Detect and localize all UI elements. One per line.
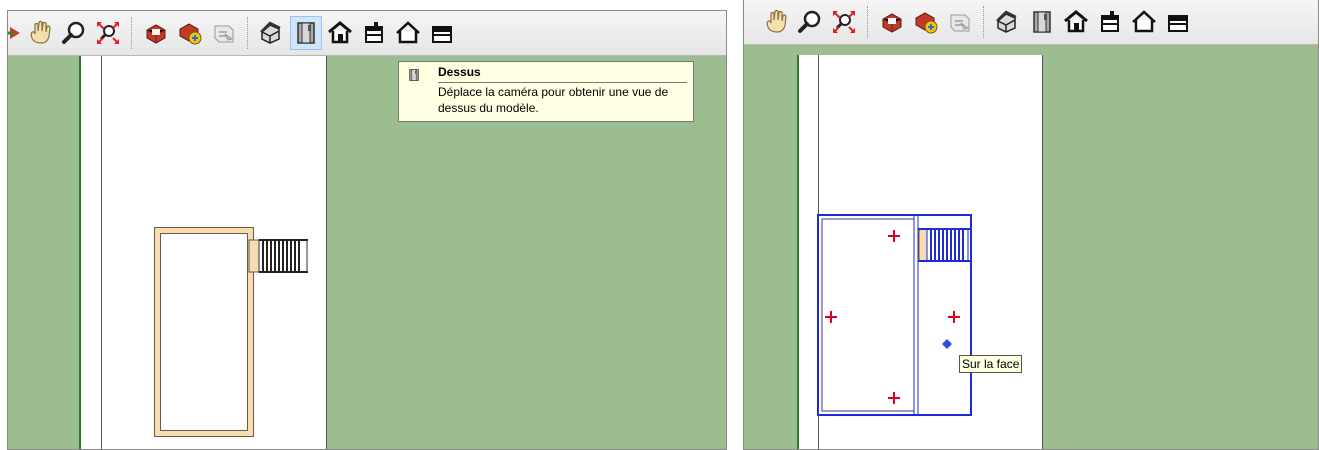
tooltip-divider (438, 82, 687, 83)
camera-toolbar (8, 11, 726, 56)
iso-view-icon[interactable] (992, 5, 1024, 39)
pool-steps (248, 239, 308, 273)
toolbar-separator (131, 17, 133, 49)
on-face-inference-marker (942, 339, 952, 349)
tooltip-description: Déplace la caméra pour obtenir une vue d… (438, 85, 669, 115)
toolbar-separator (983, 6, 985, 38)
back-view-icon[interactable] (392, 16, 424, 50)
pan-icon[interactable] (760, 5, 792, 39)
get-models-icon[interactable] (140, 16, 172, 50)
model-viewport[interactable]: Sur la face (744, 55, 1318, 449)
road-border (1042, 55, 1043, 449)
road-border (326, 56, 327, 449)
back-view-icon[interactable] (1128, 5, 1160, 39)
left-view-icon[interactable] (426, 16, 458, 50)
pool-basin (160, 233, 248, 431)
top-view-icon (407, 67, 421, 86)
guide-points (825, 230, 960, 404)
inference-label: Sur la face (959, 355, 1023, 373)
toolbar-separator (247, 17, 249, 49)
left-view-icon[interactable] (1162, 5, 1194, 39)
orbit-icon[interactable] (8, 16, 22, 50)
camera-toolbar (744, 0, 1318, 45)
right-viewport-panel: Sur la face (743, 0, 1319, 450)
top-view-icon[interactable] (290, 16, 322, 50)
zoom-extents-icon[interactable] (92, 16, 124, 50)
extension-icon[interactable] (208, 16, 240, 50)
pan-icon[interactable] (24, 16, 56, 50)
top-view-icon[interactable] (1026, 5, 1058, 39)
zoom-icon[interactable] (794, 5, 826, 39)
toolbar-separator (867, 6, 869, 38)
pool-coping (154, 227, 254, 437)
tooltip: Dessus Déplace la caméra pour obtenir un… (398, 61, 694, 122)
sidewalk-strip (81, 56, 101, 449)
share-model-icon[interactable] (174, 16, 206, 50)
right-view-icon[interactable] (358, 16, 390, 50)
zoom-icon[interactable] (58, 16, 90, 50)
left-viewport-panel: Dessus Déplace la caméra pour obtenir un… (7, 10, 727, 450)
tooltip-title: Dessus (438, 65, 481, 79)
zoom-extents-icon[interactable] (828, 5, 860, 39)
front-view-icon[interactable] (324, 16, 356, 50)
extension-icon[interactable] (944, 5, 976, 39)
right-view-icon[interactable] (1094, 5, 1126, 39)
iso-view-icon[interactable] (256, 16, 288, 50)
share-model-icon[interactable] (910, 5, 942, 39)
sidewalk-strip (799, 55, 818, 449)
front-view-icon[interactable] (1060, 5, 1092, 39)
get-models-icon[interactable] (876, 5, 908, 39)
